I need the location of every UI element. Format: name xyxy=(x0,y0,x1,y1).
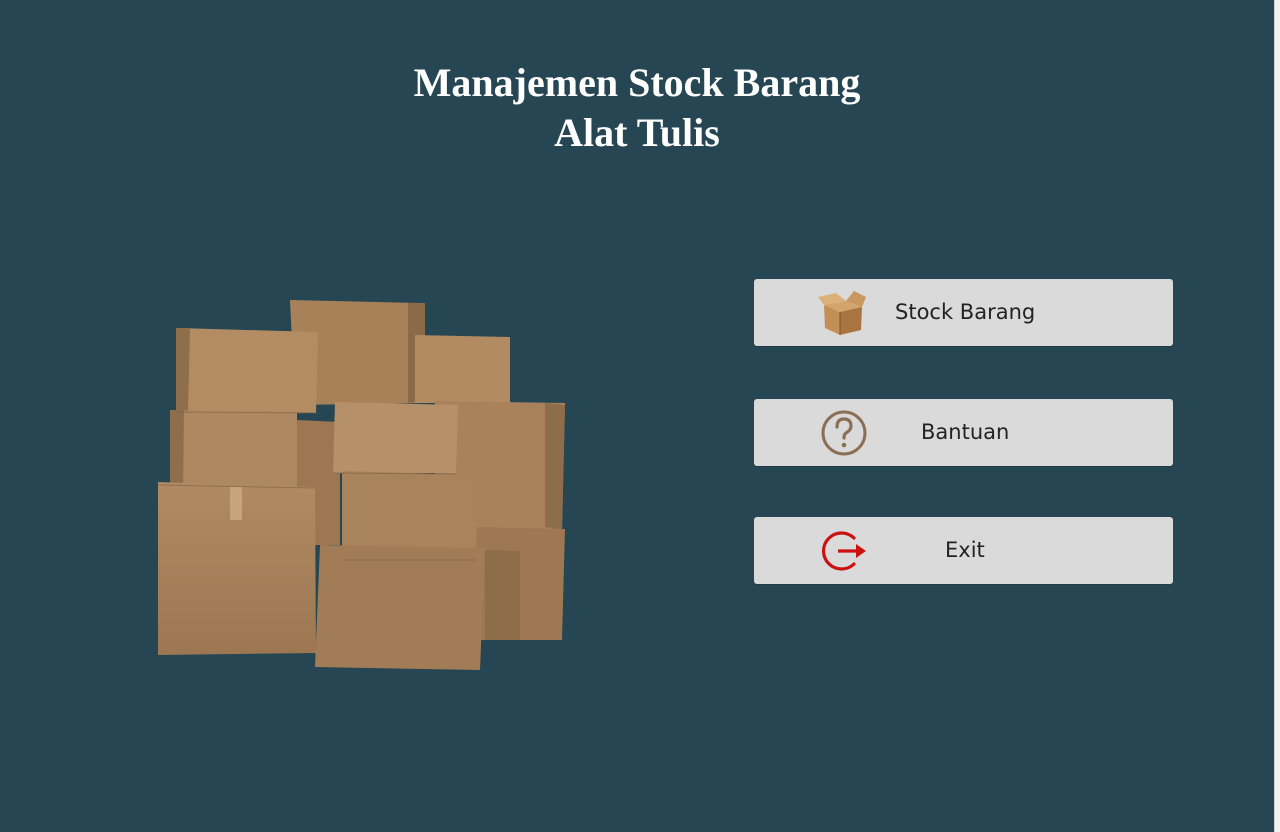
stock-barang-label: Stock Barang xyxy=(895,300,1036,324)
bantuan-button[interactable]: Bantuan xyxy=(754,399,1173,466)
exit-label: Exit xyxy=(945,538,985,562)
title-line-2: Alat Tulis xyxy=(554,110,720,155)
stock-barang-button[interactable]: Stock Barang xyxy=(754,279,1173,346)
main-window: Manajemen Stock Barang Alat Tulis Stock … xyxy=(0,0,1274,832)
open-box-icon xyxy=(818,291,866,335)
question-circle-icon xyxy=(821,410,867,456)
title-line-1: Manajemen Stock Barang xyxy=(413,60,861,105)
exit-arrow-icon xyxy=(821,531,866,571)
exit-button[interactable]: Exit xyxy=(754,517,1173,584)
cardboard-boxes-image xyxy=(157,300,565,670)
window-edge xyxy=(1274,0,1280,832)
bantuan-label: Bantuan xyxy=(921,420,1010,444)
page-title: Manajemen Stock Barang Alat Tulis xyxy=(0,58,1274,158)
